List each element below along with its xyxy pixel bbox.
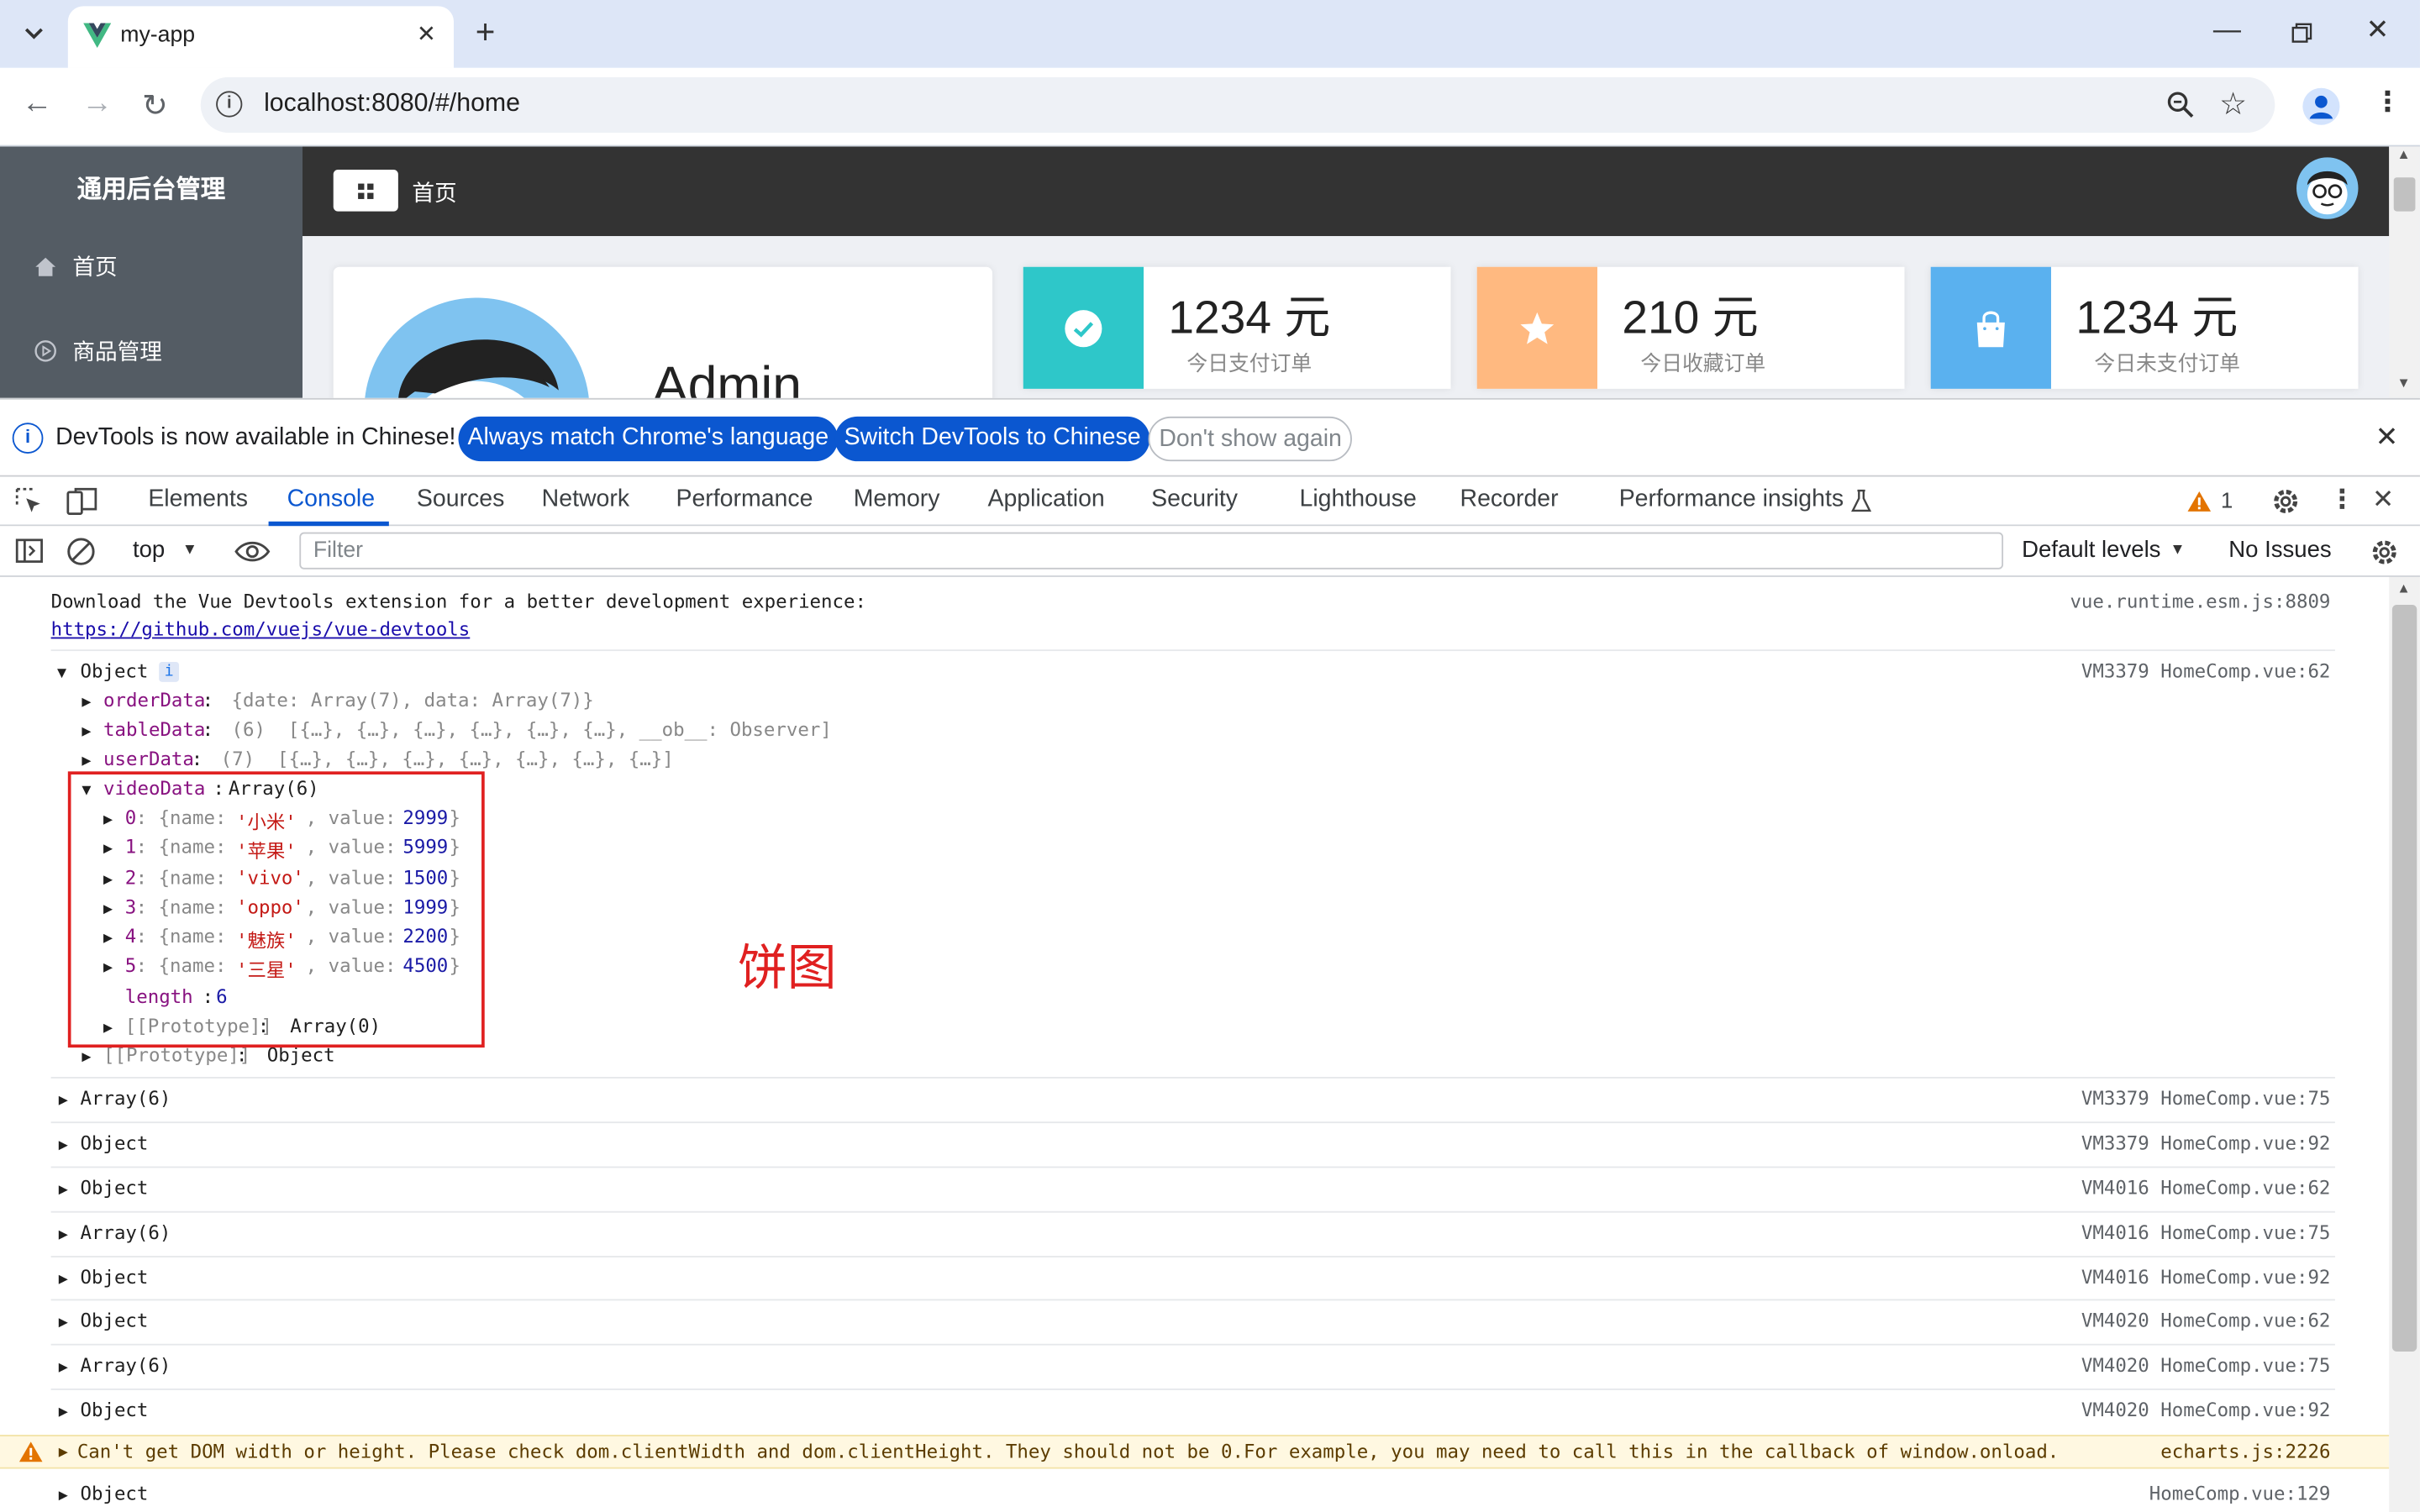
scroll-down-icon[interactable]: ▼ <box>2396 375 2410 390</box>
object-label[interactable]: Object <box>81 660 149 682</box>
source-link[interactable]: VM4020 HomeComp.vue:92 <box>2081 1399 2331 1421</box>
warning-icon <box>18 1441 43 1462</box>
expand-triangle-icon[interactable]: ▶ <box>82 695 91 711</box>
row-label: Object <box>80 1266 149 1289</box>
property-colon: : <box>202 718 214 741</box>
console-message: Download the Vue Devtools extension for … <box>50 591 866 613</box>
source-link[interactable]: VM4016 HomeComp.vue:75 <box>2081 1222 2331 1244</box>
property-colon: : <box>202 690 214 711</box>
console-separator <box>50 1121 2335 1124</box>
console-row[interactable]: ▶ Object VM4020 HomeComp.vue:62 <box>0 1310 2389 1352</box>
page-scrollbar-thumb[interactable] <box>2393 177 2416 212</box>
source-link[interactable]: VM4016 HomeComp.vue:62 <box>2081 1177 2331 1199</box>
row-label: Array(6) <box>80 1354 171 1377</box>
scroll-up-icon[interactable]: ▲ <box>2396 146 2410 161</box>
expand-triangle-icon[interactable]: ▶ <box>59 1404 68 1420</box>
source-link[interactable]: echarts.js:2226 <box>2160 1441 2330 1462</box>
console-row[interactable]: ▶ Array(6) VM3379 HomeComp.vue:75 <box>0 1088 2389 1131</box>
console-separator <box>50 1256 2335 1257</box>
expand-triangle-icon[interactable]: ▼ <box>57 665 66 682</box>
row-label: Array(6) <box>80 1221 171 1244</box>
prototype-key[interactable]: [[Prototype]] <box>103 1044 250 1066</box>
source-link[interactable]: VM3379 HomeComp.vue:62 <box>2081 660 2331 682</box>
expand-triangle-icon[interactable]: ▶ <box>59 1488 68 1504</box>
console-link[interactable]: https://github.com/vuejs/vue-devtools <box>51 619 471 641</box>
property-value: (6) [{…}, {…}, {…}, {…}, {…}, {…}, __ob_… <box>231 718 832 741</box>
console-output: Download the Vue Devtools extension for … <box>0 0 2390 1512</box>
console-separator <box>50 1166 2335 1168</box>
row-label: Object <box>80 1310 149 1332</box>
row-label: Array(6) <box>80 1087 171 1110</box>
expand-triangle-icon[interactable]: ▶ <box>82 723 91 740</box>
expand-triangle-icon[interactable]: ▶ <box>59 1226 68 1243</box>
console-separator <box>50 1389 2335 1390</box>
expand-triangle-icon[interactable]: ▶ <box>82 753 91 769</box>
expand-triangle-icon[interactable]: ▶ <box>59 1137 68 1154</box>
expand-triangle-icon[interactable]: ▶ <box>59 1315 68 1331</box>
console-row[interactable]: ▶ Object VM4020 HomeComp.vue:92 <box>0 1399 2389 1433</box>
warning-message: Can't get DOM width or height. Please ch… <box>76 1441 2060 1463</box>
row-label: Object <box>80 1177 149 1200</box>
row-label: Object <box>80 1132 149 1154</box>
console-row[interactable]: ▶ Array(6) VM4020 HomeComp.vue:75 <box>0 1355 2389 1398</box>
console-separator <box>50 1343 2335 1346</box>
console-separator <box>50 649 2335 652</box>
row-label: Object <box>80 1483 149 1504</box>
expand-triangle-icon[interactable]: ▶ <box>59 1271 68 1288</box>
annotation-text: 饼图 <box>737 937 837 997</box>
expand-triangle-icon[interactable]: ▶ <box>59 1182 68 1199</box>
console-row[interactable]: ▶ Object VM4016 HomeComp.vue:92 <box>0 1267 2389 1310</box>
console-scrollbar-thumb[interactable] <box>2391 604 2417 1352</box>
source-link[interactable]: HomeComp.vue:129 <box>2149 1483 2331 1504</box>
scroll-up-icon[interactable]: ▲ <box>2396 580 2410 596</box>
console-row[interactable]: ▶ Object VM4016 HomeComp.vue:62 <box>0 1177 2389 1220</box>
console-row[interactable]: ▶ Object HomeComp.vue:129 <box>0 1483 2389 1512</box>
console-separator <box>50 1210 2335 1213</box>
source-link[interactable]: VM4020 HomeComp.vue:62 <box>2081 1310 2331 1331</box>
console-warning-row[interactable]: ▶ Can't get DOM width or height. Please … <box>0 1435 2390 1469</box>
property-key[interactable]: orderData <box>103 690 205 711</box>
source-link[interactable]: VM4016 HomeComp.vue:92 <box>2081 1267 2331 1289</box>
prototype-value: Object <box>266 1044 335 1067</box>
expand-triangle-icon[interactable]: ▶ <box>59 1359 68 1376</box>
property-key[interactable]: tableData <box>103 719 205 741</box>
source-link[interactable]: VM3379 HomeComp.vue:75 <box>2081 1088 2331 1110</box>
property-colon: : <box>191 748 203 770</box>
console-separator <box>50 1299 2335 1301</box>
source-link[interactable]: vue.runtime.esm.js:8809 <box>2070 591 2330 612</box>
console-row[interactable]: ▶ Array(6) VM4016 HomeComp.vue:75 <box>0 1222 2389 1265</box>
source-link[interactable]: VM4020 HomeComp.vue:75 <box>2081 1355 2331 1377</box>
info-badge-icon[interactable]: i <box>159 661 180 682</box>
property-key[interactable]: userData <box>103 748 194 770</box>
console-separator <box>50 1077 2335 1079</box>
expand-triangle-icon[interactable]: ▶ <box>59 1444 68 1461</box>
property-colon: : <box>236 1044 248 1067</box>
console-row[interactable]: ▶ Object VM3379 HomeComp.vue:92 <box>0 1132 2389 1175</box>
property-value: (7) [{…}, {…}, {…}, {…}, {…}, {…}, {…}] <box>220 748 674 770</box>
page-scrollbar[interactable]: ▲ ▼ <box>2389 146 2420 398</box>
property-value: {date: Array(7), data: Array(7)} <box>231 690 594 711</box>
expand-triangle-icon[interactable]: ▶ <box>82 1049 91 1066</box>
row-label: Object <box>80 1399 149 1421</box>
source-link[interactable]: VM3379 HomeComp.vue:92 <box>2081 1132 2331 1154</box>
highlight-box <box>67 771 485 1048</box>
expand-triangle-icon[interactable]: ▶ <box>59 1092 68 1109</box>
